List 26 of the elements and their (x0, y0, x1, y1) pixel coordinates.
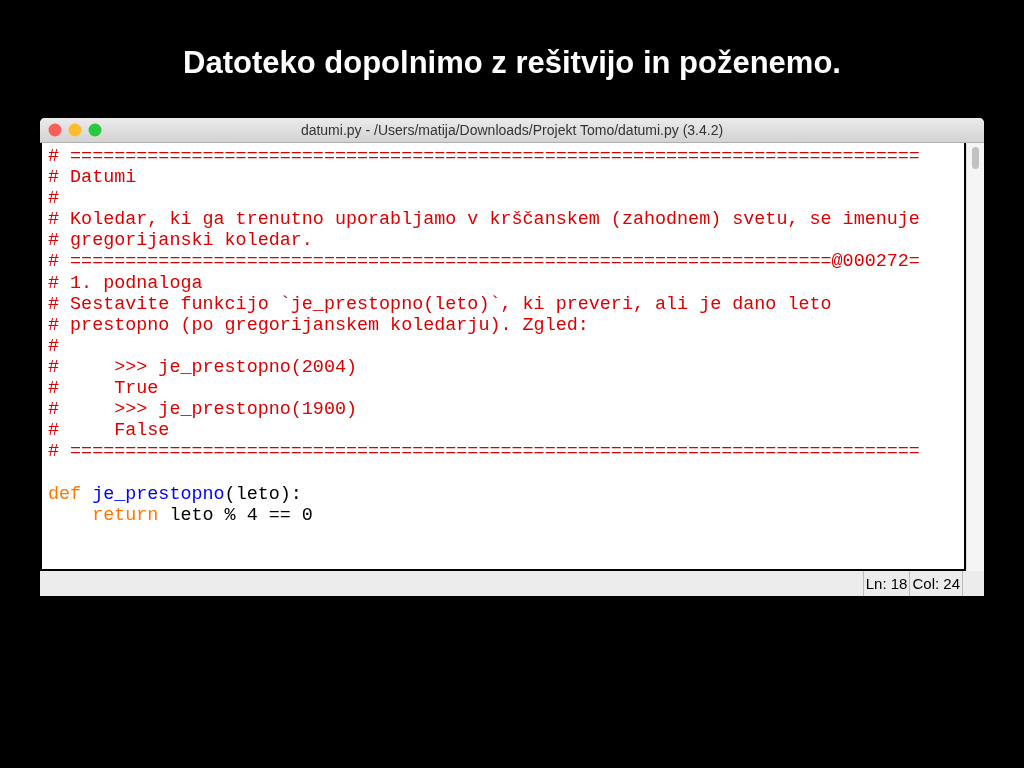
code-line: return leto % 4 == 0 (91, 504, 314, 526)
code-line: # 1. podnaloga (48, 272, 204, 294)
code-line: # Datumi (48, 167, 138, 189)
code-line: # (48, 188, 61, 210)
code-line: def je_prestopno(leto): (48, 483, 303, 505)
code-line: # prestopno (po gregorijanskem koledarju). Zgled: (48, 314, 590, 336)
code-line: # Koledar, ki ga trenutno uporabljamo v krščanskem (zahodnem) svetu, se imenuje (48, 209, 921, 231)
window-title: datumi.py - /Users/matija/Downloads/Projekt Tomo/datumi.py (3.4.2) (300, 121, 724, 140)
code-line: # ============================================================================= (48, 146, 921, 168)
line-number: Ln: 18 (862, 571, 910, 596)
column-number: Col: 24 (909, 571, 962, 596)
slide-title: Datoteko dopolnimo z rešitvijo in poženemo. (182, 44, 842, 82)
code-line: # >>> je_prestopno(2004) (48, 356, 358, 379)
minimize-button[interactable] (68, 123, 82, 137)
code-line: # (48, 335, 61, 357)
code-line: # =====================================================================@000272= (48, 251, 921, 273)
code-line: # ============================================================================= (48, 441, 921, 463)
scrollbar[interactable] (966, 143, 984, 571)
zoom-button[interactable] (88, 123, 102, 137)
code-line: # gregorijanski koledar. (48, 230, 314, 252)
code-line: # >>> je_prestopno(1900) (48, 399, 358, 421)
code-line: # True (48, 378, 159, 400)
close-button[interactable] (48, 123, 62, 137)
scroll-thumb[interactable] (972, 147, 979, 169)
code-line: # False (48, 420, 171, 442)
code-line: # Sestavite funkcijo `je_prestopno(leto)`, ki preveri, ali je dano leto (48, 293, 833, 315)
